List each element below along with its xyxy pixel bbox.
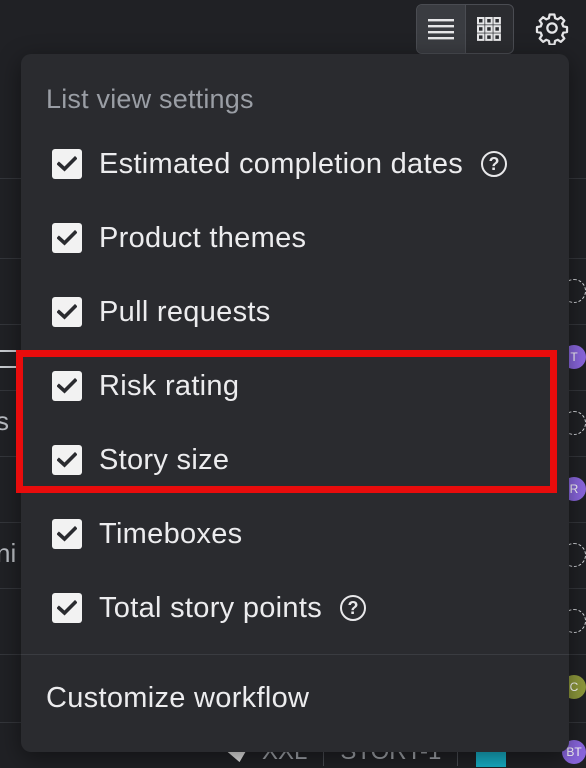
option-product-themes[interactable]: Product themes xyxy=(52,218,306,258)
list-icon xyxy=(427,19,454,40)
checkbox[interactable] xyxy=(52,223,82,253)
checkmark-icon xyxy=(57,600,77,616)
grid-icon xyxy=(477,17,502,41)
option-estimated-completion-dates[interactable]: Estimated completion dates ? xyxy=(52,144,508,184)
option-label: Product themes xyxy=(99,221,307,254)
page: s ni T R C BT XXL STORY-1 xyxy=(0,0,586,768)
option-label: Pull requests xyxy=(99,295,271,328)
row-text-fragment: ni xyxy=(0,538,17,568)
option-label: Estimated completion dates xyxy=(99,147,464,180)
option-label: Timeboxes xyxy=(99,517,243,550)
option-timeboxes[interactable]: Timeboxes xyxy=(52,514,242,554)
divider xyxy=(21,654,569,655)
checkbox[interactable] xyxy=(52,519,82,549)
option-total-story-points[interactable]: Total story points ? xyxy=(52,588,366,628)
checkmark-icon xyxy=(57,526,77,542)
checkbox[interactable] xyxy=(52,297,82,327)
checkmark-icon xyxy=(57,230,77,246)
settings-button[interactable] xyxy=(534,10,570,46)
highlight-box xyxy=(16,350,557,493)
view-toggle xyxy=(416,4,514,54)
checkmark-icon xyxy=(57,156,77,172)
checkbox[interactable] xyxy=(52,593,82,623)
list-view-button[interactable] xyxy=(417,5,465,53)
checkbox[interactable] xyxy=(52,149,82,179)
option-label: Total story points xyxy=(99,591,322,624)
customize-workflow-link[interactable]: Customize workflow xyxy=(46,682,309,715)
popup-title: List view settings xyxy=(46,84,254,114)
help-icon[interactable]: ? xyxy=(481,151,508,177)
gear-icon xyxy=(535,13,569,45)
option-pull-requests[interactable]: Pull requests xyxy=(52,292,271,332)
row-text-fragment: s xyxy=(0,406,9,436)
checkmark-icon xyxy=(57,304,77,320)
grid-view-button[interactable] xyxy=(466,5,514,53)
help-icon[interactable]: ? xyxy=(340,595,366,621)
